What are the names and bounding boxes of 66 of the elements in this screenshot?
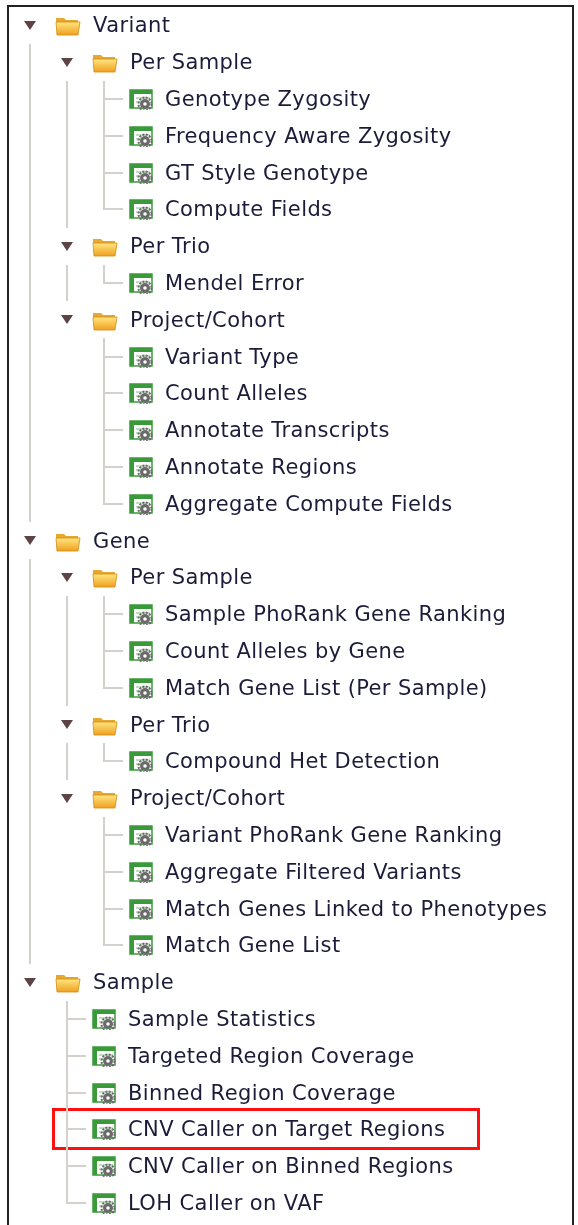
tree-item[interactable]: Aggregate Compute Fields <box>165 491 453 516</box>
tree-item[interactable]: Frequency Aware Zygosity <box>165 123 452 148</box>
tree-item[interactable]: Match Gene List (Per Sample) <box>165 675 488 700</box>
gear-table-icon <box>129 492 153 515</box>
collapse-triangle-icon[interactable] <box>61 241 73 251</box>
folder-label[interactable]: Project/Cohort <box>130 307 286 332</box>
collapse-triangle-icon[interactable] <box>24 20 36 30</box>
folder-label[interactable]: Per Sample <box>130 565 253 590</box>
gear-table-icon <box>129 88 153 110</box>
collapse-triangle-icon[interactable] <box>61 793 73 803</box>
folder-label[interactable]: Gene <box>93 528 151 553</box>
gear-table-icon <box>129 345 153 368</box>
tree-item[interactable]: Count Alleles by Gene <box>165 638 406 663</box>
folder-label[interactable]: Sample <box>93 970 175 995</box>
tree-item[interactable]: CNV Caller on Binned Regions <box>128 1154 454 1179</box>
folder-label[interactable]: Variant <box>93 13 171 38</box>
tree-item[interactable]: Variant Type <box>165 344 300 369</box>
gear-table-icon <box>129 823 153 846</box>
tree-item[interactable]: Sample Statistics <box>128 1006 317 1031</box>
gear-table-icon <box>129 603 153 626</box>
gear-table-icon <box>129 897 153 920</box>
gear-table-icon <box>129 455 153 478</box>
gear-table-icon <box>92 1007 116 1030</box>
tree-item[interactable]: LOH Caller on VAF <box>128 1190 325 1215</box>
tree-item[interactable]: Compound Het Detection <box>165 749 441 774</box>
gear-table-icon <box>129 419 153 442</box>
gear-table-icon <box>92 1044 116 1067</box>
collapse-triangle-icon[interactable] <box>24 536 36 546</box>
tree-item[interactable]: GT Style Genotype <box>165 160 369 185</box>
gear-table-icon <box>129 198 153 221</box>
folder-label[interactable]: Per Trio <box>130 234 211 259</box>
tree-item[interactable]: Count Alleles <box>165 381 308 406</box>
tree-item[interactable]: Variant PhoRank Gene Ranking <box>165 822 503 847</box>
folder-label[interactable]: Per Trio <box>130 712 211 737</box>
gear-table-icon <box>129 382 153 405</box>
gear-table-icon <box>129 161 153 184</box>
tree-item[interactable]: Aggregate Filtered Variants <box>165 859 462 884</box>
tree-item[interactable]: Mendel Error <box>165 271 305 295</box>
tree-item[interactable]: Genotype Zygosity <box>165 87 372 111</box>
gear-table-icon <box>129 124 153 147</box>
collapse-triangle-icon[interactable] <box>61 315 73 325</box>
gear-table-icon <box>129 860 153 883</box>
collapse-triangle-icon[interactable] <box>61 572 73 582</box>
gear-table-icon <box>129 639 153 662</box>
tree-item[interactable]: Sample PhoRank Gene Ranking <box>165 602 507 627</box>
gear-table-icon <box>129 750 153 773</box>
gear-table-icon <box>92 1118 116 1141</box>
folder-label[interactable]: Project/Cohort <box>130 786 286 811</box>
gear-table-icon <box>92 1155 116 1178</box>
tree-item[interactable]: Binned Region Coverage <box>128 1080 396 1105</box>
gear-table-icon <box>92 1191 116 1214</box>
gear-table-icon <box>129 676 153 699</box>
tree-item[interactable]: Match Genes Linked to Phenotypes <box>165 896 548 921</box>
tree-item[interactable]: CNV Caller on Target Regions <box>128 1117 446 1142</box>
tree-item[interactable]: Targeted Region Coverage <box>128 1043 415 1068</box>
gear-table-icon <box>92 1081 116 1104</box>
collapse-triangle-icon[interactable] <box>24 977 36 987</box>
collapse-triangle-icon[interactable] <box>61 720 73 730</box>
collapse-triangle-icon[interactable] <box>61 57 73 67</box>
gear-table-icon <box>129 934 153 957</box>
folder-label[interactable]: Per Sample <box>130 50 253 75</box>
tree-item[interactable]: Compute Fields <box>165 197 333 222</box>
tree-item[interactable]: Match Gene List <box>165 933 341 958</box>
tree-item[interactable]: Annotate Regions <box>165 454 357 479</box>
tree-item[interactable]: Annotate Transcripts <box>165 418 390 443</box>
gear-table-icon <box>129 272 153 294</box>
